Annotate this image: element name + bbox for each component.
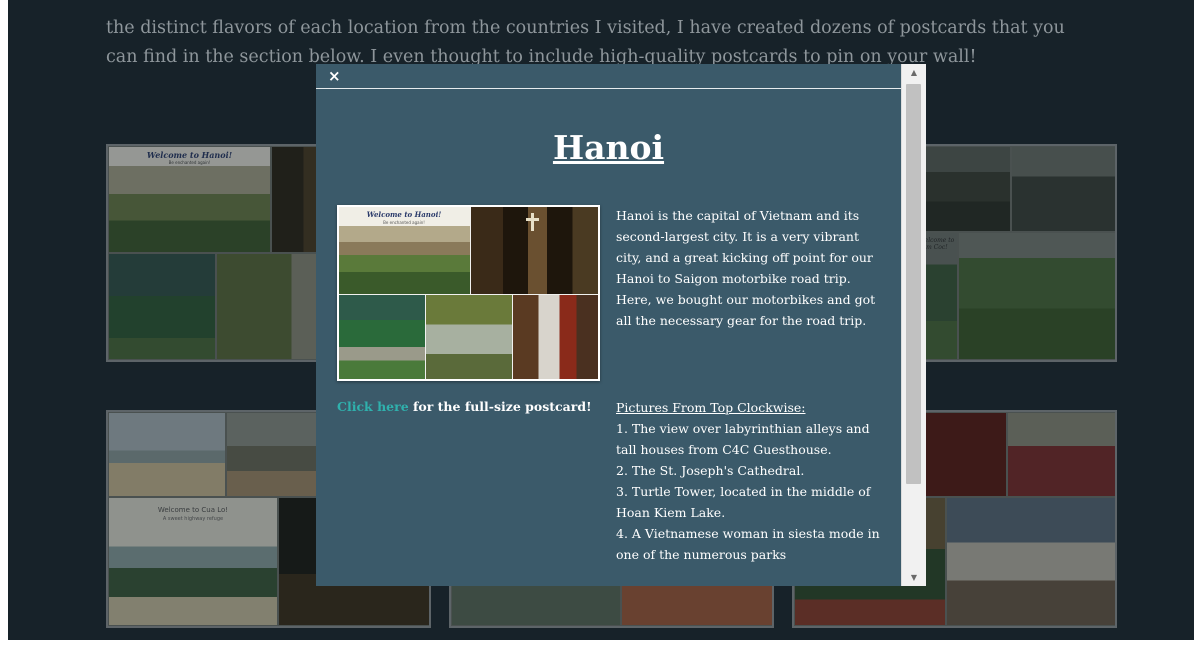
picture-caption-item: 1. The view over labyrinthian alleys and…	[616, 421, 870, 457]
picture-caption-item: 2. The St. Joseph's Cathedral.	[616, 463, 805, 478]
scroll-down-arrow-icon[interactable]: ▼	[902, 569, 926, 586]
intro-line-1: the distinct flavors of each location fr…	[106, 18, 1065, 38]
modal-title: Hanoi	[552, 128, 665, 167]
full-size-postcard-line: Click here for the full-size postcard!	[337, 399, 607, 414]
pictures-caption: Pictures From Top Clockwise: 1. The view…	[616, 397, 884, 565]
picture-caption-item: 4. A Vietnamese woman in siesta mode in …	[616, 526, 880, 562]
city-description: Hanoi is the capital of Vietnam and its …	[616, 208, 876, 328]
scroll-up-arrow-icon[interactable]: ▲	[902, 64, 926, 81]
postcard-photo-motorbike-woman	[426, 295, 512, 379]
modal-divider	[316, 88, 901, 89]
postcard-modal: × Hanoi Welcome to Hanoi! Be enchanted a…	[316, 64, 926, 586]
modal-scrollbar[interactable]: ▲ ▼	[901, 64, 926, 586]
full-size-postcard-link[interactable]: Click here	[337, 399, 409, 414]
postcard-photo-cathedral	[471, 207, 598, 294]
postcard-photo-turtle-tower	[339, 295, 425, 379]
pictures-list: 1. The view over labyrinthian alleys and…	[616, 418, 884, 565]
postcard-photo-street	[513, 295, 598, 379]
postcard-subtitle: Be enchanted again!	[383, 220, 425, 225]
hanoi-postcard-image: Welcome to Hanoi! Be enchanted again!	[337, 205, 600, 381]
full-size-postcard-suffix: for the full-size postcard!	[408, 399, 592, 414]
postcard-title: Welcome to Hanoi!	[366, 210, 442, 219]
pictures-heading: Pictures From Top Clockwise:	[616, 400, 806, 415]
page-frame: the distinct flavors of each location fr…	[8, 0, 1194, 640]
picture-caption-item: 3. Turtle Tower, located in the middle o…	[616, 484, 871, 520]
scrollbar-thumb[interactable]	[906, 84, 921, 484]
close-icon[interactable]: ×	[328, 67, 341, 85]
postcard-photo-alley-view: Welcome to Hanoi! Be enchanted again!	[339, 207, 470, 294]
